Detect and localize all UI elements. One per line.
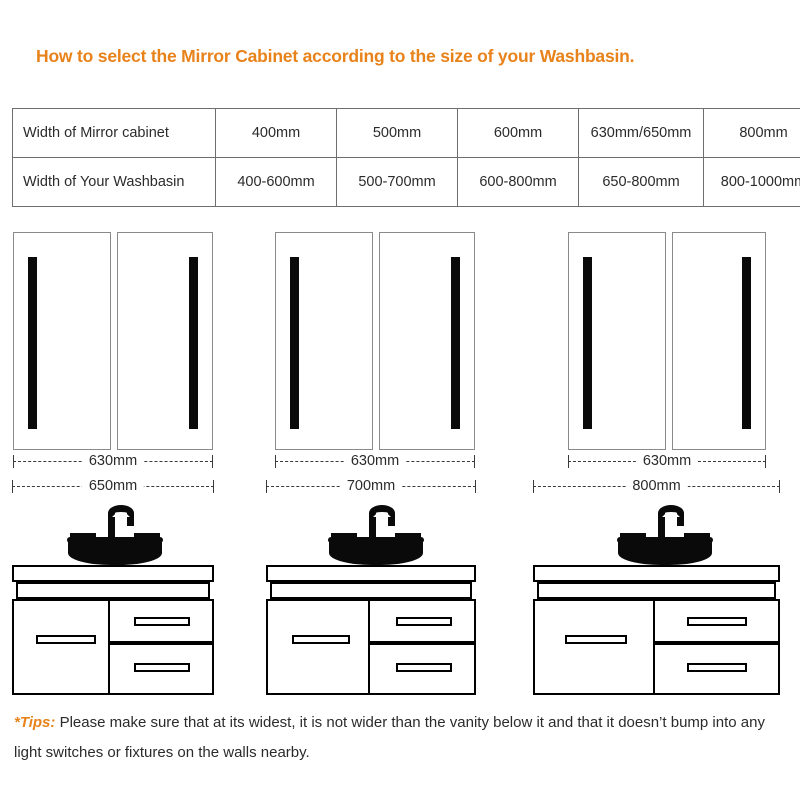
vanity-drawer-bottom (653, 643, 780, 695)
dimension-label-cabinet: 630mm (343, 453, 407, 469)
basin-bowl (329, 539, 423, 565)
cell-cabinet-800: 800mm (703, 108, 800, 158)
mirror-cabinet-illustration-3 (568, 232, 766, 450)
cabinet-door-right (379, 232, 475, 450)
vanity-countertop (266, 565, 476, 582)
dimension-cabinet-3: 630mm (568, 453, 766, 469)
dimension-cabinet-1: 630mm (13, 453, 213, 469)
vanity-drawer-top (653, 599, 780, 643)
table-row: Width of Your Washbasin 400-600mm 500-70… (12, 157, 800, 207)
faucet-spout-tip (388, 517, 395, 526)
vanity-drawer-bottom (108, 643, 214, 695)
vanity-drawer-top-handle (396, 617, 452, 626)
vanity-apron (16, 582, 210, 599)
led-strip-icon (290, 257, 299, 429)
vanity-illustration-3 (533, 565, 780, 695)
faucet-spout-tip (127, 517, 134, 526)
vanity-door-handle (565, 635, 627, 644)
dimension-cabinet-2: 630mm (275, 453, 475, 469)
dimension-tick-right (765, 455, 766, 468)
dimension-tick-left (12, 480, 13, 493)
cell-basin-650-800: 650-800mm (578, 157, 704, 207)
tips-label: *Tips: (14, 714, 56, 731)
dimension-vanity-1: 650mm (12, 478, 214, 494)
mirror-cabinet-illustration-1 (13, 232, 213, 450)
faucet-spout-tip (677, 517, 684, 526)
vanity-countertop (533, 565, 780, 582)
washbasin-sink-icon-2 (328, 505, 424, 565)
row-header-washbasin: Width of Your Washbasin (12, 157, 216, 207)
cell-basin-800-1000: 800-1000mm (703, 157, 800, 207)
vanity-door (266, 599, 370, 695)
dimension-tick-right (779, 480, 780, 493)
dimension-label-vanity: 700mm (339, 478, 403, 494)
dimension-tick-left (13, 455, 14, 468)
size-guide-table: Width of Mirror cabinet 400mm 500mm 600m… (12, 108, 800, 207)
vanity-door (12, 599, 110, 695)
dimension-label-cabinet: 630mm (81, 453, 145, 469)
dimension-tick-left (533, 480, 534, 493)
tips-note: *Tips: Please make sure that at its wide… (14, 708, 786, 768)
vanity-drawer-bottom (368, 643, 476, 695)
cell-cabinet-630-650: 630mm/650mm (578, 108, 704, 158)
vanity-drawer-top (108, 599, 214, 643)
vanity-drawer-bottom-handle (134, 663, 190, 672)
dimension-tick-left (568, 455, 569, 468)
cell-cabinet-600: 600mm (457, 108, 579, 158)
vanity-drawer-top (368, 599, 476, 643)
washbasin-sink-icon-1 (67, 505, 163, 565)
led-strip-icon (451, 257, 460, 429)
led-strip-icon (28, 257, 37, 429)
dimension-label-cabinet: 630mm (635, 453, 699, 469)
mirror-cabinet-illustration-2 (275, 232, 475, 450)
dimension-tick-left (275, 455, 276, 468)
dimension-vanity-3: 800mm (533, 478, 780, 494)
cabinet-door-left (275, 232, 373, 450)
cabinet-door-left (568, 232, 666, 450)
cell-basin-400-600: 400-600mm (215, 157, 337, 207)
basin-bowl (618, 539, 712, 565)
table-row: Width of Mirror cabinet 400mm 500mm 600m… (12, 108, 800, 158)
page-title: How to select the Mirror Cabinet accordi… (36, 46, 635, 66)
dimension-vanity-2: 700mm (266, 478, 476, 494)
dimension-tick-right (213, 480, 214, 493)
vanity-door-handle (292, 635, 350, 644)
vanity-apron (537, 582, 776, 599)
dimension-tick-right (212, 455, 213, 468)
dimension-label-vanity: 800mm (625, 478, 688, 494)
vanity-apron (270, 582, 472, 599)
cabinet-door-left (13, 232, 111, 450)
infographic-page: How to select the Mirror Cabinet accordi… (0, 0, 800, 800)
vanity-drawer-bottom-handle (687, 663, 747, 672)
vanity-illustration-2 (266, 565, 476, 695)
tips-text: Please make sure that at its widest, it … (14, 714, 765, 761)
vanity-drawer-top-handle (134, 617, 190, 626)
cell-basin-500-700: 500-700mm (336, 157, 458, 207)
dimension-label-vanity: 650mm (81, 478, 145, 494)
cell-cabinet-500: 500mm (336, 108, 458, 158)
cabinet-door-right (117, 232, 213, 450)
vanity-drawer-bottom-handle (396, 663, 452, 672)
basin-bowl (68, 539, 162, 565)
dimension-tick-left (266, 480, 267, 493)
dimension-tick-right (475, 480, 476, 493)
led-strip-icon (189, 257, 198, 429)
led-strip-icon (742, 257, 751, 429)
led-strip-icon (583, 257, 592, 429)
washbasin-sink-icon-3 (617, 505, 713, 565)
vanity-door-handle (36, 635, 96, 644)
vanity-door (533, 599, 655, 695)
cell-basin-600-800: 600-800mm (457, 157, 579, 207)
dimension-tick-right (474, 455, 475, 468)
cabinet-door-right (672, 232, 766, 450)
vanity-illustration-1 (12, 565, 214, 695)
cell-cabinet-400: 400mm (215, 108, 337, 158)
vanity-drawer-top-handle (687, 617, 747, 626)
row-header-mirror-cabinet: Width of Mirror cabinet (12, 108, 216, 158)
vanity-countertop (12, 565, 214, 582)
